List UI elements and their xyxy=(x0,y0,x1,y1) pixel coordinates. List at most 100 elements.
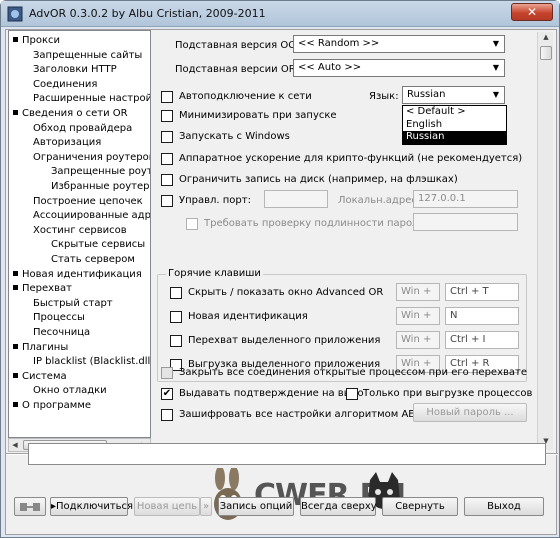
app-icon xyxy=(7,6,23,22)
only-unload-checkbox[interactable] xyxy=(346,388,358,400)
window-title: AdvOR 0.3.0.2 by Albu Cristian, 2009-201… xyxy=(29,7,266,20)
panel-vertical-scrollbar[interactable]: ▲ ▼ xyxy=(537,32,553,450)
limit-disk-checkbox[interactable] xyxy=(161,174,173,186)
sidebar-item-label: Обход провайдера xyxy=(33,122,133,134)
sidebar-item[interactable]: Запрещенные роуте xyxy=(51,165,151,179)
scroll-thumb[interactable] xyxy=(540,46,552,60)
sidebar-item[interactable]: Ограничения роутеров xyxy=(33,151,150,165)
sidebar-item[interactable]: Стать сервером xyxy=(51,253,135,267)
chevron-down-icon[interactable]: ▼ xyxy=(489,61,503,75)
language-dropdown-list[interactable]: < Default > English Russian xyxy=(402,105,507,145)
hotkey-checkbox[interactable] xyxy=(170,311,182,323)
language-option[interactable]: English xyxy=(403,119,506,132)
sidebar-item[interactable]: Окно отладки xyxy=(33,384,107,398)
control-port-input[interactable] xyxy=(264,190,328,208)
status-log-box xyxy=(28,443,546,465)
minimize-checkbox[interactable] xyxy=(161,110,173,122)
client-area: Прокси Запрещенные сайты Заголовки HTTP Сое… xyxy=(5,29,558,535)
save-options-button[interactable]: Запись опций xyxy=(218,497,294,516)
autoconnect-checkbox[interactable] xyxy=(161,91,173,103)
chevron-down-icon[interactable]: ▼ xyxy=(489,37,503,51)
autoconnect-label: Автоподключение к сети xyxy=(179,91,312,102)
close-button[interactable]: ✕ xyxy=(511,3,553,21)
sidebar-item-label: Заголовки HTTP xyxy=(33,64,117,76)
control-port-checkbox[interactable] xyxy=(161,195,173,207)
scroll-up-icon[interactable]: ▲ xyxy=(540,32,552,42)
sidebar-item[interactable]: Прокси xyxy=(13,34,60,48)
hotkey-modifier-field[interactable]: Win + xyxy=(396,331,440,349)
or-version-select[interactable]: << Auto >> ▼ xyxy=(293,59,505,77)
sidebar-item-label: Соединения xyxy=(33,78,98,90)
scroll-left-icon[interactable]: ◀ xyxy=(9,440,21,450)
sidebar-item-label: IP blacklist (Blacklist.dll) xyxy=(33,356,151,368)
hotkey-checkbox[interactable] xyxy=(170,335,182,347)
sidebar-item[interactable]: Расширенные настройки xyxy=(33,92,150,106)
settings-tree[interactable]: Прокси Запрещенные сайты Заголовки HTTP Сое… xyxy=(8,30,151,438)
hotkey-checkbox[interactable] xyxy=(170,287,182,299)
sidebar-item[interactable]: О программе xyxy=(13,399,91,413)
hotkey-key-field[interactable]: Ctrl + I xyxy=(445,331,519,349)
sidebar-item-label: Окно отладки xyxy=(33,385,107,397)
sidebar-item-label: Процессы xyxy=(33,312,85,324)
chevron-down-icon[interactable]: ▼ xyxy=(489,88,503,102)
hotkey-key-field[interactable]: Ctrl + T xyxy=(445,283,519,301)
sidebar-item[interactable]: Заголовки HTTP xyxy=(33,63,117,77)
sidebar-item[interactable]: Авторизация xyxy=(33,136,101,150)
encrypt-checkbox[interactable] xyxy=(161,409,173,421)
language-option[interactable]: Russian xyxy=(403,131,506,144)
sidebar-item-label: Быстрый старт xyxy=(33,297,113,309)
sidebar-item[interactable]: Обход провайдера xyxy=(33,122,132,136)
language-select[interactable]: Russian ▼ xyxy=(402,86,505,104)
bottom-toolbar: ▸Подключиться Новая цепь » Запись опций … xyxy=(6,497,558,533)
hw-accel-checkbox[interactable] xyxy=(161,153,173,165)
sidebar-item[interactable]: Скрытые сервисы xyxy=(51,238,145,252)
sidebar-item[interactable]: Сведения о сети OR xyxy=(13,107,128,121)
hotkey-modifier-field[interactable]: Win + xyxy=(396,307,440,325)
start-windows-label: Запускать с Windows xyxy=(179,131,290,142)
sidebar-item[interactable]: Система xyxy=(13,370,67,384)
sidebar-item-label: Скрытые сервисы xyxy=(51,239,146,251)
bullet-icon xyxy=(13,270,18,276)
connect-button[interactable]: ▸Подключиться xyxy=(50,497,133,516)
sidebar-item[interactable]: Перехват xyxy=(13,282,72,296)
require-auth-checkbox[interactable] xyxy=(186,218,198,230)
sidebar-item[interactable]: Запрещенные сайты xyxy=(33,49,142,63)
hotkey-label: Перехват выделенного приложения xyxy=(188,335,381,346)
sidebar-item[interactable]: Быстрый старт xyxy=(33,297,113,311)
auth-password-input[interactable] xyxy=(413,213,518,231)
confirm-exit-checkbox[interactable]: ✔ xyxy=(161,388,173,400)
language-option[interactable]: < Default > xyxy=(403,106,506,119)
sidebar-item[interactable]: Плагины xyxy=(13,341,68,355)
bullet-icon xyxy=(13,37,18,42)
network-icon[interactable] xyxy=(14,497,46,516)
hotkey-key-field[interactable]: N xyxy=(445,307,519,325)
sidebar-item-label: Запрещенные роуте xyxy=(51,166,151,178)
sidebar-item[interactable]: Процессы xyxy=(33,311,85,325)
sidebar-item-label: Песочница xyxy=(33,327,91,338)
start-windows-checkbox[interactable] xyxy=(161,131,173,143)
sidebar-item[interactable]: Соединения xyxy=(33,78,97,92)
sidebar-item[interactable]: IP blacklist (Blacklist.dll) xyxy=(33,355,151,369)
new-password-button[interactable]: Новый пароль ... xyxy=(413,403,527,422)
title-bar[interactable]: AdvOR 0.3.0.2 by Albu Cristian, 2009-201… xyxy=(1,1,559,27)
os-version-select[interactable]: << Random >> ▼ xyxy=(293,35,505,53)
sidebar-item[interactable]: Хостинг сервисов xyxy=(33,224,127,238)
exit-button[interactable]: Выход xyxy=(464,497,544,516)
sidebar-item[interactable]: Ассоциированные адрес xyxy=(33,209,150,223)
chevron-right-icon[interactable]: » xyxy=(200,497,212,516)
sidebar-item[interactable]: Новая идентификация xyxy=(13,268,142,282)
sidebar-item-label: Новая идентификация xyxy=(22,268,142,280)
close-connections-checkbox[interactable] xyxy=(161,367,173,379)
local-addr-input[interactable]: 127.0.0.1 xyxy=(413,190,518,208)
minimize-button[interactable]: Свернуть xyxy=(382,497,458,516)
only-unload-label: Только при выгрузке процессов xyxy=(363,388,533,399)
always-on-top-button[interactable]: Всегда сверху xyxy=(300,497,377,516)
sidebar-item[interactable]: Построение цепочек xyxy=(33,195,143,209)
hotkey-modifier-field[interactable]: Win + xyxy=(396,283,440,301)
sidebar-item-label: Плагины xyxy=(22,341,69,353)
sidebar-item[interactable]: Песочница xyxy=(33,326,90,340)
new-chain-button[interactable]: Новая цепь xyxy=(134,497,200,516)
sidebar-item[interactable]: Избранные роутеры xyxy=(51,180,150,194)
sidebar-item-label: Перехват xyxy=(22,283,72,295)
sidebar-item-label: Построение цепочек xyxy=(33,195,143,207)
